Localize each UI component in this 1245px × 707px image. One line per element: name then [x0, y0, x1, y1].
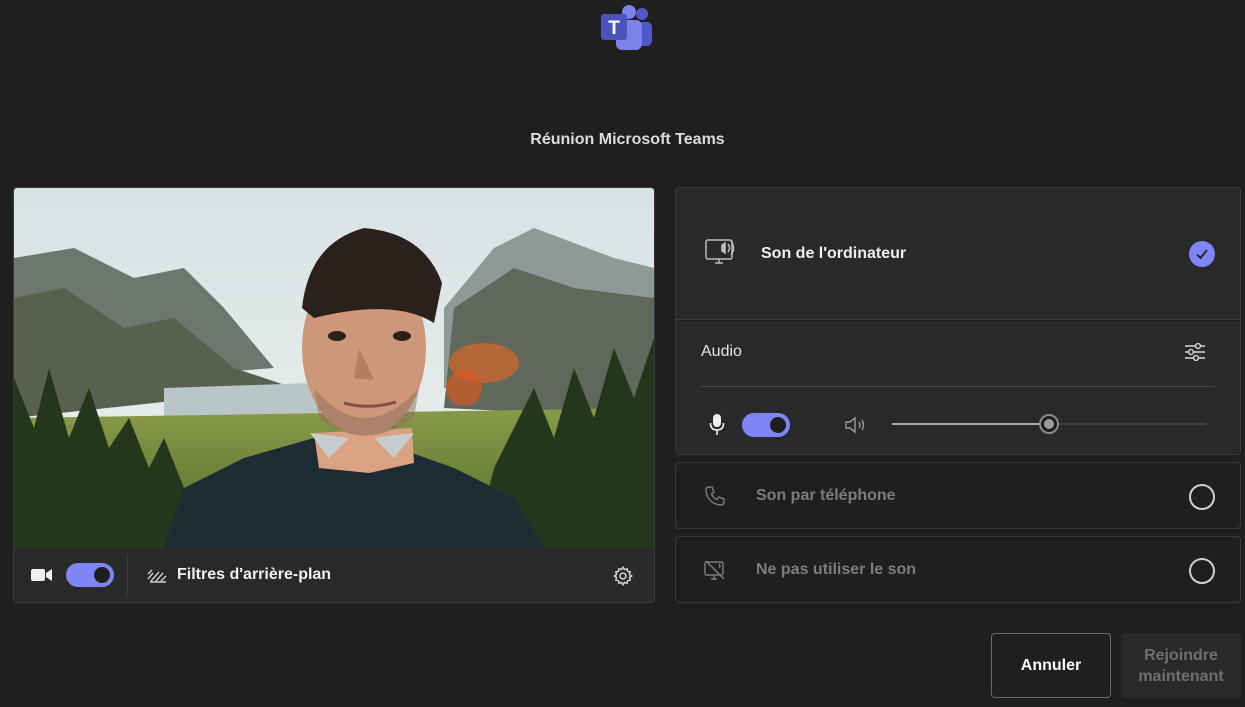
phone-audio-radio[interactable]: [1189, 484, 1215, 510]
speaker-volume-slider[interactable]: [892, 414, 1206, 434]
gear-icon[interactable]: [612, 565, 634, 587]
phone-audio-label: Son par téléphone: [756, 487, 896, 504]
audio-label: Audio: [701, 343, 742, 360]
no-audio-radio[interactable]: [1189, 558, 1215, 584]
video-toolbar: Filtres d'arrière-plan: [14, 548, 654, 602]
computer-audio-label: Son de l'ordinateur: [761, 245, 907, 262]
video-preview-panel: Filtres d'arrière-plan: [13, 187, 655, 603]
audio-settings-icon[interactable]: [1184, 341, 1206, 363]
microphone-icon[interactable]: [709, 414, 725, 436]
no-audio-option[interactable]: Ne pas utiliser le son: [675, 536, 1241, 603]
phone-audio-option[interactable]: Son par téléphone: [675, 462, 1241, 529]
speaker-volume-fill: [892, 423, 1049, 425]
microsoft-teams-logo: T: [601, 5, 652, 50]
meeting-title: Réunion Microsoft Teams: [530, 131, 725, 148]
divider: [701, 386, 1215, 387]
computer-audio-option[interactable]: Son de l'ordinateur: [676, 188, 1240, 320]
camera-preview: [14, 188, 654, 548]
computer-speaker-icon: [705, 239, 735, 264]
join-now-button[interactable]: Rejoindre maintenant: [1121, 633, 1241, 698]
computer-audio-selected-check[interactable]: [1189, 241, 1215, 267]
join-now-label-line1: Rejoindre: [1144, 646, 1218, 664]
audio-options-card: Son de l'ordinateur Audio: [675, 187, 1241, 455]
join-now-label-line2: maintenant: [1138, 667, 1224, 685]
no-audio-label: Ne pas utiliser le son: [756, 561, 917, 578]
background-filters-icon[interactable]: [147, 567, 167, 583]
camera-toggle[interactable]: [66, 563, 114, 587]
video-camera-icon[interactable]: [31, 567, 53, 583]
no-audio-icon: [704, 560, 725, 580]
toolbar-divider: [127, 555, 128, 595]
teams-prejoin-screen: T Réunion Microsoft Teams Filtres d'arri…: [0, 0, 1245, 707]
audio-settings-section: Audio: [676, 321, 1240, 454]
background-filters-label[interactable]: Filtres d'arrière-plan: [177, 566, 331, 584]
phone-icon: [705, 486, 725, 506]
speaker-volume-thumb[interactable]: [1039, 414, 1059, 434]
microphone-toggle[interactable]: [742, 413, 790, 437]
svg-text:T: T: [608, 18, 620, 39]
cancel-button[interactable]: Annuler: [991, 633, 1111, 698]
speaker-volume-icon: [845, 416, 865, 434]
